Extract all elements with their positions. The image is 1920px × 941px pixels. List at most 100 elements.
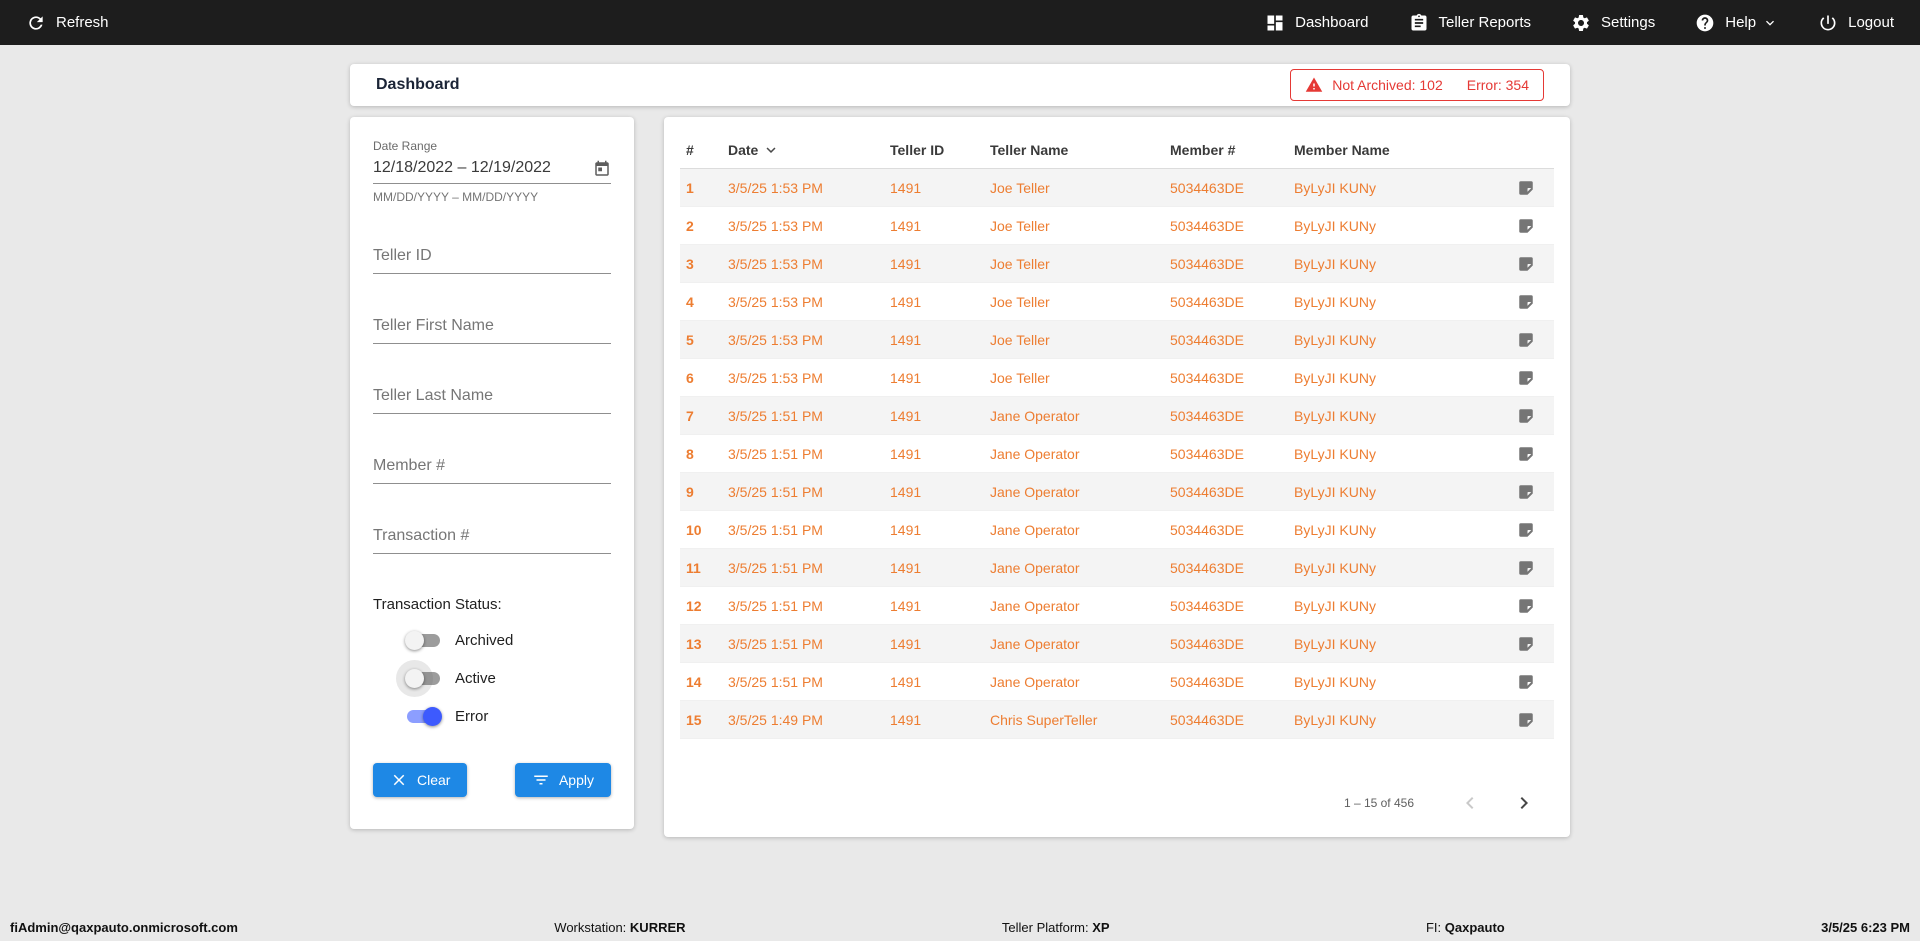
row-number: 12 [686, 597, 702, 614]
chevron-left-icon [1466, 797, 1474, 809]
table-row[interactable]: 6 3/5/25 1:53 PM 1491 Joe Teller 5034463… [680, 359, 1554, 397]
row-date: 3/5/25 1:51 PM [728, 673, 823, 690]
next-page-button[interactable] [1512, 791, 1536, 815]
row-teller-id: 1491 [890, 407, 922, 424]
note-button[interactable] [1498, 483, 1554, 501]
note-button[interactable] [1498, 369, 1554, 387]
clear-button[interactable]: Clear [373, 763, 468, 797]
apply-button[interactable]: Apply [514, 763, 611, 797]
calendar-picker-button[interactable] [593, 160, 611, 178]
nav-logout[interactable]: Logout [1818, 13, 1894, 33]
chevron-right-icon [1520, 797, 1528, 809]
note-button[interactable] [1498, 331, 1554, 349]
footer-timestamp: 3/5/25 6:23 PM [1821, 920, 1910, 935]
note-button[interactable] [1498, 673, 1554, 691]
note-button[interactable] [1498, 445, 1554, 463]
filter-actions: Clear Apply [373, 763, 611, 797]
row-member-number: 5034463DE [1170, 217, 1244, 234]
date-range-field [373, 155, 611, 184]
main-row: Date Range MM/DD/YYYY – MM/DD/YYYY Trans… [350, 117, 1570, 837]
table-row[interactable]: 12 3/5/25 1:51 PM 1491 Jane Operator 503… [680, 587, 1554, 625]
note-button[interactable] [1498, 711, 1554, 729]
nav-settings[interactable]: Settings [1571, 13, 1655, 33]
row-number: 11 [686, 559, 701, 576]
member-number-input[interactable] [373, 453, 611, 484]
note-button[interactable] [1498, 293, 1554, 311]
row-date: 3/5/25 1:53 PM [728, 331, 823, 348]
nav-help[interactable]: Help [1695, 13, 1778, 33]
archived-toggle[interactable] [405, 630, 440, 650]
table-row[interactable]: 2 3/5/25 1:53 PM 1491 Joe Teller 5034463… [680, 207, 1554, 245]
row-teller-name: Joe Teller [990, 179, 1050, 196]
row-teller-id: 1491 [890, 559, 922, 576]
note-button[interactable] [1498, 521, 1554, 539]
footer-workstation-value: KURRER [629, 919, 686, 935]
toggle-row-archived: Archived [373, 629, 611, 651]
row-date: 3/5/25 1:51 PM [728, 445, 823, 462]
row-date: 3/5/25 1:53 PM [728, 293, 823, 310]
teller-last-name-input[interactable] [373, 383, 611, 414]
note-button[interactable] [1498, 179, 1554, 197]
table-row[interactable]: 13 3/5/25 1:51 PM 1491 Jane Operator 503… [680, 625, 1554, 663]
row-teller-name: Jane Operator [990, 597, 1080, 614]
row-member-name: ByLyJI KUNy [1294, 559, 1376, 576]
nav-teller-reports[interactable]: Teller Reports [1409, 13, 1531, 33]
row-member-name: ByLyJI KUNy [1294, 255, 1376, 272]
row-number: 14 [686, 673, 702, 690]
transaction-number-input[interactable] [373, 523, 611, 554]
column-header-teller-id: Teller ID [890, 141, 945, 158]
table-row[interactable]: 14 3/5/25 1:51 PM 1491 Jane Operator 503… [680, 663, 1554, 701]
row-teller-id: 1491 [890, 445, 922, 462]
row-teller-id: 1491 [890, 255, 922, 272]
table-row[interactable]: 1 3/5/25 1:53 PM 1491 Joe Teller 5034463… [680, 169, 1554, 207]
row-date: 3/5/25 1:51 PM [728, 635, 823, 652]
row-member-name: ByLyJI KUNy [1294, 179, 1376, 196]
teller-first-name-input[interactable] [373, 313, 611, 344]
filter-panel: Date Range MM/DD/YYYY – MM/DD/YYYY Trans… [350, 117, 634, 829]
previous-page-button[interactable] [1458, 791, 1482, 815]
refresh-icon [29, 15, 43, 30]
row-teller-name: Jane Operator [990, 559, 1080, 576]
footer-platform: Teller Platform: XP [1002, 920, 1110, 935]
row-teller-name: Chris SuperTeller [990, 711, 1098, 728]
column-header-member-num: Member # [1170, 141, 1236, 158]
row-teller-name: Joe Teller [990, 331, 1050, 348]
note-button[interactable] [1498, 635, 1554, 653]
column-header-teller-name: Teller Name [990, 141, 1069, 158]
table-row[interactable]: 3 3/5/25 1:53 PM 1491 Joe Teller 5034463… [680, 245, 1554, 283]
nav-dashboard[interactable]: Dashboard [1265, 13, 1369, 33]
row-date: 3/5/25 1:51 PM [728, 483, 823, 500]
note-button[interactable] [1498, 597, 1554, 615]
refresh-label: Refresh [56, 14, 109, 31]
table-row[interactable]: 15 3/5/25 1:49 PM 1491 Chris SuperTeller… [680, 701, 1554, 739]
row-teller-id: 1491 [890, 179, 922, 196]
table-row[interactable]: 10 3/5/25 1:51 PM 1491 Jane Operator 503… [680, 511, 1554, 549]
active-toggle-thumb [405, 668, 424, 688]
active-toggle[interactable] [405, 668, 440, 688]
column-header-date[interactable]: Date [722, 141, 884, 159]
table-row[interactable]: 8 3/5/25 1:51 PM 1491 Jane Operator 5034… [680, 435, 1554, 473]
archived-toggle-label: Archived [455, 631, 514, 649]
note-button[interactable] [1498, 407, 1554, 425]
row-teller-id: 1491 [890, 521, 922, 538]
row-number: 10 [686, 521, 702, 538]
teller-id-input[interactable] [373, 243, 611, 274]
table-row[interactable]: 4 3/5/25 1:53 PM 1491 Joe Teller 5034463… [680, 283, 1554, 321]
row-number: 9 [686, 483, 694, 500]
note-button[interactable] [1498, 217, 1554, 235]
refresh-button[interactable]: Refresh [26, 13, 109, 33]
error-toggle[interactable] [407, 706, 442, 726]
table-row[interactable]: 5 3/5/25 1:53 PM 1491 Joe Teller 5034463… [680, 321, 1554, 359]
date-range-input[interactable] [373, 155, 611, 183]
table-row[interactable]: 11 3/5/25 1:51 PM 1491 Jane Operator 503… [680, 549, 1554, 587]
status-alert-badge[interactable]: Not Archived: 102 Error: 354 [1290, 69, 1544, 101]
note-button[interactable] [1498, 559, 1554, 577]
note-icon [1519, 674, 1533, 689]
table-row[interactable]: 7 3/5/25 1:51 PM 1491 Jane Operator 5034… [680, 397, 1554, 435]
status-footer: fiAdmin@qaxpauto.onmicrosoft.com Worksta… [0, 913, 1920, 941]
transaction-status-label: Transaction Status: [373, 596, 502, 613]
row-member-name: ByLyJI KUNy [1294, 711, 1376, 728]
table-row[interactable]: 9 3/5/25 1:51 PM 1491 Jane Operator 5034… [680, 473, 1554, 511]
calendar-icon [595, 160, 609, 176]
note-button[interactable] [1498, 255, 1554, 273]
